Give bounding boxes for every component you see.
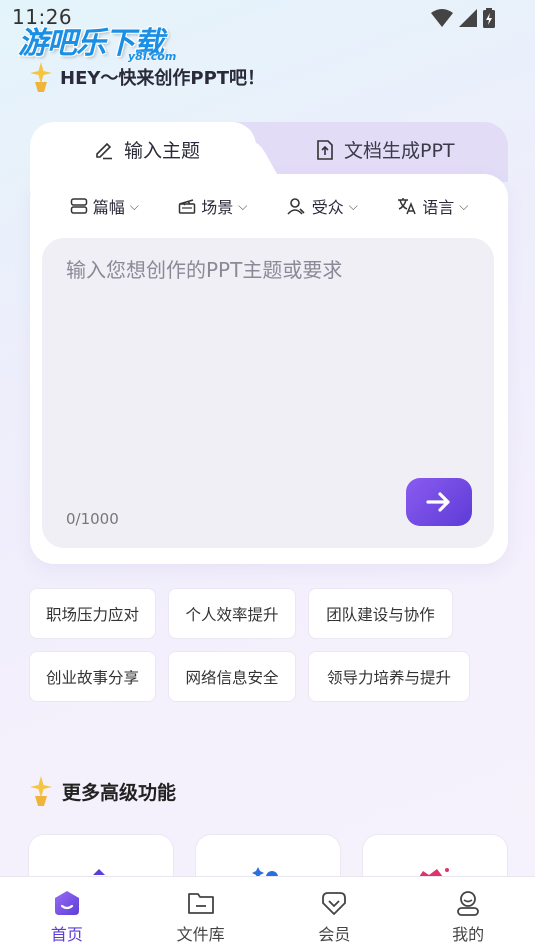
tab-doc-to-ppt[interactable]: 文档生成PPT [316,136,455,163]
nav-files-label: 文件库 [176,925,225,944]
tab-input-topic-label: 输入主题 [124,140,201,162]
sparkle-icon [30,62,52,92]
feature-icon [419,868,449,877]
arrow-right-icon [426,492,450,512]
chip[interactable]: 领导力培养与提升 [308,651,470,702]
nav-vip-label: 会员 [318,925,351,944]
greeting-text: HEY～快来创作PPT吧！ [60,68,266,89]
scene-icon [178,199,196,214]
option-language[interactable]: 语言 ⌵ [397,194,468,218]
wifi-icon [431,9,453,27]
bottom-nav: 首页 文件库 会员 我的 [0,876,535,951]
nav-home[interactable]: 首页 [0,877,134,951]
chevron-down-icon: ⌵ [459,198,469,213]
option-audience[interactable]: 受众 ⌵ [287,194,358,218]
feature-icon [93,869,105,875]
watermark-logo: 游吧乐下载 y8l.com [18,18,176,63]
option-audience-label: 受众 [311,198,344,217]
tab-doc-to-ppt-label: 文档生成PPT [344,140,455,162]
option-length-label: 篇幅 [92,198,125,217]
signal-icon [459,9,477,27]
option-scene-label: 场景 [201,198,234,217]
options-row: 篇幅 ⌵ 场景 ⌵ 受众 ⌵ 语言 ⌵ [30,194,508,218]
upload-doc-icon [317,139,333,160]
chip[interactable]: 职场压力应对 [29,588,156,639]
chevron-down-icon: ⌵ [129,198,139,213]
home-icon [54,891,79,915]
nav-home-label: 首页 [50,925,83,944]
chip[interactable]: 个人效率提升 [168,588,296,639]
nav-profile-label: 我的 [452,925,485,944]
chevron-down-icon: ⌵ [238,198,248,213]
folder-icon [187,893,214,914]
option-length[interactable]: 篇幅 ⌵ [70,194,139,218]
char-counter: 0/1000 [66,510,119,528]
chip[interactable]: 团队建设与协作 [308,588,453,639]
ppt-input-card: 输入主题 文档生成PPT 篇幅 ⌵ 场景 ⌵ 受众 ⌵ 语言 ⌵ 输入您想创作的… [30,122,508,564]
chip[interactable]: 网络信息安全 [168,651,296,702]
language-icon [398,198,416,215]
submit-button[interactable] [406,478,472,526]
chevron-down-icon: ⌵ [348,198,358,213]
option-scene[interactable]: 场景 ⌵ [178,194,247,218]
tab-input-topic[interactable]: 输入主题 [94,136,200,163]
section-title: 更多高级功能 [62,781,177,804]
profile-icon [457,891,480,916]
topic-input-placeholder: 输入您想创作的PPT主题或要求 [66,258,343,282]
chip[interactable]: 创业故事分享 [29,651,156,702]
pen-icon [96,142,112,159]
nav-vip[interactable]: 会员 [268,877,402,951]
battery-icon [483,8,495,28]
nav-profile[interactable]: 我的 [401,877,535,951]
length-icon [70,198,87,214]
option-language-label: 语言 [422,198,455,217]
status-icons [431,8,495,28]
vip-icon [322,892,347,915]
audience-icon [287,198,305,215]
sparkle-icon [30,776,52,806]
topic-input[interactable]: 输入您想创作的PPT主题或要求 0/1000 [42,238,494,548]
feature-icon [252,867,278,883]
greeting: HEY～快来创作PPT吧！ [30,62,265,92]
nav-files[interactable]: 文件库 [134,877,268,951]
more-features-header: 更多高级功能 [30,776,176,806]
